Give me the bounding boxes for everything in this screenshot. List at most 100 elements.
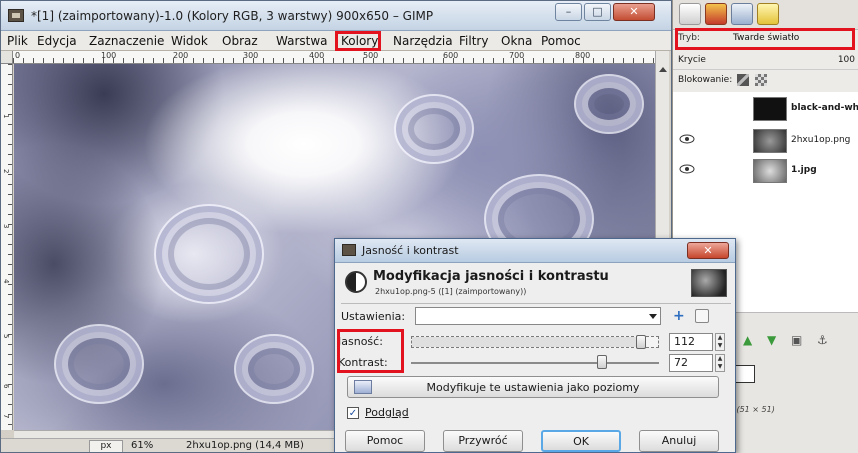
edit-as-levels-button[interactable]: Modyfikuje te ustawienia jako poziomy: [347, 376, 719, 398]
dialog-header-title: Modyfikacja jasności i kontrastu: [373, 269, 609, 284]
dialog-titlebar[interactable]: Jasność i kontrast ✕: [335, 239, 735, 263]
menu-widok[interactable]: Widok: [171, 34, 208, 48]
add-preset-icon[interactable]: +: [673, 308, 685, 324]
brightness-contrast-dialog: Jasność i kontrast ✕ Modyfikacja jasnośc…: [334, 238, 736, 453]
dialog-title: Jasność i kontrast: [362, 244, 459, 257]
ruler-label: 400: [309, 51, 325, 60]
layer-thumbnail: [753, 159, 787, 183]
ruler-label: 500: [363, 51, 379, 60]
kolory-highlight: [335, 31, 381, 51]
menubar: Plik Edycja Zaznaczenie Widok Obraz Wars…: [1, 31, 671, 51]
dialog-buttons: Pomoc Przywróć OK Anuluj: [335, 430, 735, 452]
lower-layer-icon[interactable]: ▼: [767, 333, 776, 347]
duplicate-layer-icon[interactable]: ▣: [791, 333, 802, 347]
window-controls: – □ ✕: [555, 3, 655, 21]
help-button[interactable]: Pomoc: [345, 430, 425, 452]
anchor-layer-icon[interactable]: ⚓: [817, 333, 828, 347]
menu-pomoc[interactable]: Pomoc: [541, 34, 581, 48]
opacity-label: Krycie: [678, 55, 706, 65]
menu-zaznaczenie[interactable]: Zaznaczenie: [89, 34, 164, 48]
brightness-fill: [412, 337, 641, 347]
undo-tab-icon[interactable]: [757, 3, 779, 25]
layer-row[interactable]: black-and-wh: [673, 94, 858, 122]
presets-label: Ustawienia:: [341, 310, 406, 323]
unit-selector[interactable]: px: [89, 440, 123, 452]
preset-menu-icon[interactable]: [695, 309, 709, 323]
raise-layer-icon[interactable]: ▲: [743, 333, 752, 347]
layer-row[interactable]: 2hxu1op.png: [673, 126, 858, 154]
ruler-label: 3: [2, 224, 10, 229]
brightness-input[interactable]: 112: [669, 333, 713, 351]
preview-checkbox[interactable]: ✓: [347, 407, 359, 419]
dialog-close-button[interactable]: ✕: [687, 242, 729, 259]
preview-label: Podgląd: [365, 406, 409, 419]
cancel-button[interactable]: Anuluj: [639, 430, 719, 452]
window-titlebar[interactable]: *[1] (zaimportowany)-1.0 (Kolory RGB, 3 …: [1, 1, 671, 31]
dialog-header-subtitle: 2hxu1op.png-5 ([1] (zaimportowany)): [375, 287, 527, 296]
rose-artwork: [394, 94, 474, 164]
ruler-label: 100: [101, 51, 117, 60]
menu-warstwa[interactable]: Warstwa: [276, 34, 328, 48]
brightness-slider[interactable]: [411, 335, 659, 349]
close-icon: ✕: [629, 5, 639, 18]
eye-icon[interactable]: [679, 164, 695, 174]
brush-swatch[interactable]: [733, 365, 755, 383]
rose-artwork: [54, 324, 144, 404]
window-title: *[1] (zaimportowany)-1.0 (Kolory RGB, 3 …: [31, 9, 434, 23]
ruler-label: 7: [2, 414, 10, 419]
dialog-header: Modyfikacja jasności i kontrastu 2hxu1op…: [335, 264, 735, 302]
scroll-up-icon[interactable]: [659, 67, 667, 72]
ruler-label: 4: [2, 279, 10, 284]
divider: [341, 303, 731, 304]
ruler-label: 2: [2, 169, 10, 174]
contrast-input[interactable]: 72: [669, 354, 713, 372]
rose-artwork: [154, 204, 264, 304]
presets-row: Ustawienia: +: [335, 307, 735, 327]
eye-icon[interactable]: [679, 134, 695, 144]
layer-thumbnail: [753, 97, 787, 121]
opacity-row[interactable]: Krycie 100: [673, 52, 858, 70]
horizontal-ruler[interactable]: 0 100 200 300 400 500 600 700 800: [13, 51, 655, 64]
presets-combo[interactable]: [415, 307, 661, 325]
lock-alpha-icon[interactable]: [755, 74, 767, 86]
spin-arrows-icon[interactable]: ▲ ▼: [715, 354, 725, 372]
close-button[interactable]: ✕: [613, 3, 655, 21]
opacity-value[interactable]: 100: [838, 55, 855, 65]
menu-obraz[interactable]: Obraz: [222, 34, 258, 48]
menu-plik[interactable]: Plik: [7, 34, 28, 48]
maximize-icon: □: [592, 5, 603, 18]
layer-row[interactable]: 1.jpg: [673, 156, 858, 184]
layer-preview-thumbnail: [691, 269, 727, 297]
channels-tab-icon[interactable]: [705, 3, 727, 25]
rose-artwork: [574, 74, 644, 134]
chevron-down-icon[interactable]: [649, 314, 657, 319]
contrast-handle[interactable]: [597, 355, 607, 369]
maximize-button[interactable]: □: [584, 3, 611, 21]
minimize-button[interactable]: –: [555, 3, 582, 21]
contrast-slider[interactable]: [411, 355, 659, 369]
ok-button[interactable]: OK: [541, 430, 621, 452]
menu-okna[interactable]: Okna: [501, 34, 532, 48]
status-message: 2hxu1op.png (14,4 MB): [186, 440, 304, 451]
reset-button[interactable]: Przywróć: [443, 430, 523, 452]
layer-thumbnail: [753, 129, 787, 153]
layer-name: black-and-wh: [791, 103, 858, 113]
lock-paint-icon[interactable]: [737, 74, 749, 86]
menu-filtry[interactable]: Filtry: [459, 34, 488, 48]
lock-row: Blokowanie:: [673, 72, 858, 90]
gimp-app-icon: [8, 9, 24, 22]
ruler-label: 600: [443, 51, 459, 60]
layer-mode-row[interactable]: Tryb: Twarde światło: [673, 28, 858, 50]
brightness-handle[interactable]: [636, 335, 646, 349]
paths-tab-icon[interactable]: [731, 3, 753, 25]
gimp-app-icon: [342, 244, 356, 256]
layer-name: 2hxu1op.png: [791, 135, 851, 145]
ruler-corner[interactable]: [1, 51, 13, 64]
layers-tab-icon[interactable]: [679, 3, 701, 25]
vertical-ruler[interactable]: 1 2 3 4 5 6 7: [1, 64, 13, 430]
menu-edycja[interactable]: Edycja: [37, 34, 77, 48]
spin-arrows-icon[interactable]: ▲ ▼: [715, 333, 725, 351]
sliders-highlight: [337, 329, 404, 373]
menu-narzedzia[interactable]: Narzędzia: [393, 34, 453, 48]
zoom-level[interactable]: 61%: [131, 440, 153, 451]
